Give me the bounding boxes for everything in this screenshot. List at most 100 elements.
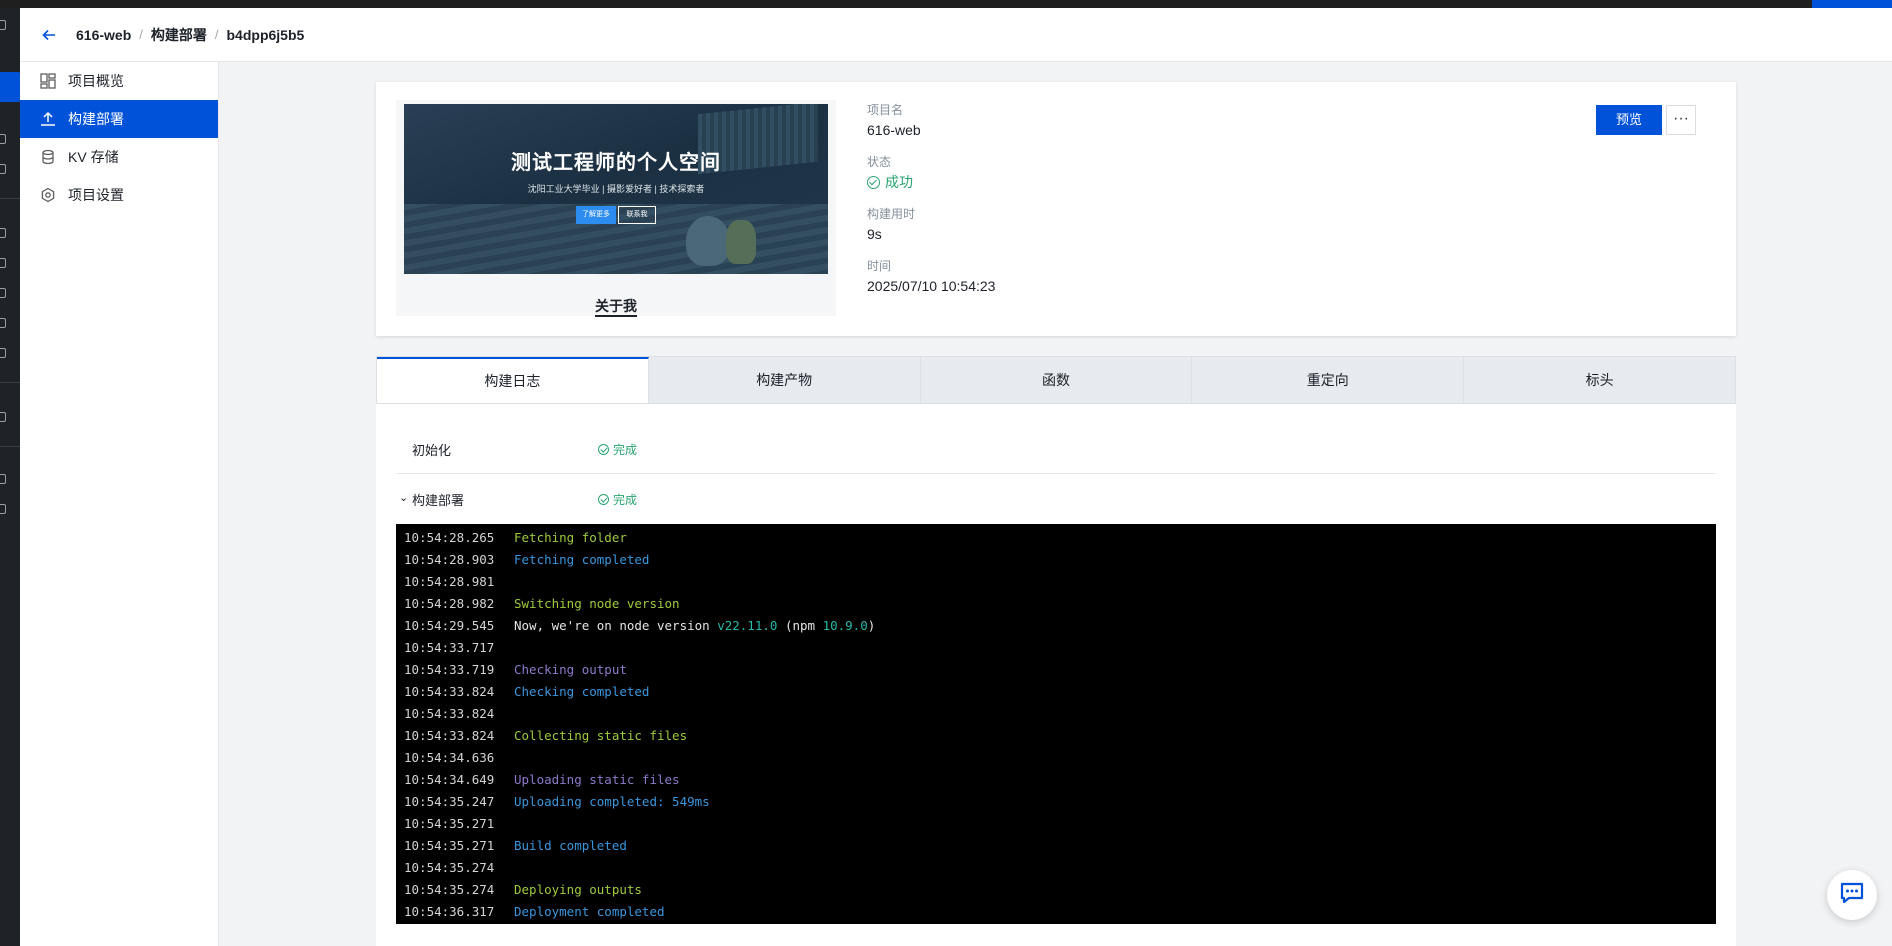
screenshot-learn-more-button: 了解更多 — [576, 206, 616, 224]
sidebar-item-build-deploy[interactable]: 构建部署 — [20, 100, 218, 138]
log-message: Switching node version — [514, 596, 680, 611]
build-log-panel: 初始化 完成 ⌄ 构建部署 完成 10:54:28.265 Fetching fol… — [376, 404, 1736, 946]
log-message: Build completed — [514, 838, 627, 853]
field-label: 状态 — [867, 155, 892, 169]
log-line: 10:54:35.274 Deploying outputs — [404, 879, 1716, 901]
rail-item-icon[interactable] — [0, 288, 6, 298]
log-message: Deploying outputs — [514, 882, 642, 897]
sidebar-item-overview[interactable]: 项目概览 — [20, 62, 218, 100]
settings-icon — [40, 187, 56, 203]
breadcrumb-section[interactable]: 构建部署 — [151, 25, 207, 45]
log-message: Uploading completed: 549ms — [514, 794, 710, 809]
status-badge: 成功 — [867, 172, 995, 192]
field-project-name: 项目名 616-web — [867, 102, 995, 140]
rail-item-icon[interactable] — [0, 164, 6, 174]
log-timestamp: 10:54:28.265 — [404, 530, 495, 545]
log-message: ) — [867, 618, 876, 633]
chat-support-button[interactable] — [1827, 870, 1877, 920]
sidebar-item-settings[interactable]: 项目设置 — [20, 176, 218, 214]
rail-item-icon[interactable] — [0, 134, 6, 144]
tab-redirects[interactable]: 重定向 — [1192, 357, 1465, 403]
rail-item-icon[interactable] — [0, 228, 6, 238]
log-timestamp: 10:54:35.271 — [404, 816, 495, 831]
field-label: 时间 — [867, 259, 892, 273]
rail-shield-icon[interactable] — [0, 20, 6, 30]
log-timestamp: 10:54:35.274 — [404, 882, 495, 897]
rail-divider — [0, 198, 20, 199]
log-line: 10:54:35.274 — [404, 857, 1716, 879]
site-preview-thumbnail[interactable]: 测试工程师的个人空间 沈阳工业大学毕业 | 摄影爱好者 | 技术探索者 了解更多… — [396, 100, 836, 317]
log-message: Now, we're on node version — [514, 618, 718, 633]
screenshot-subtitle: 沈阳工业大学毕业 | 摄影爱好者 | 技术探索者 — [527, 184, 705, 194]
thumbnail-caption: 关于我 — [396, 296, 836, 317]
log-timestamp: 10:54:35.274 — [404, 860, 495, 875]
breadcrumb-separator: / — [214, 27, 219, 42]
log-timestamp: 10:54:33.719 — [404, 662, 495, 677]
field-value: 616-web — [867, 122, 921, 138]
dashboard-icon — [40, 73, 56, 89]
upload-icon — [40, 111, 56, 127]
sidebar: 项目概览 构建部署 KV 存储 项目设置 — [20, 62, 219, 946]
app-icon-rail — [0, 8, 20, 946]
rail-item-icon[interactable] — [0, 412, 6, 422]
page-header: 616-web / 构建部署 / b4dpp6j5b5 — [20, 8, 1892, 62]
breadcrumb-separator: / — [139, 27, 143, 42]
log-console[interactable]: 10:54:28.265 Fetching folder 10:54:28.903 F… — [396, 524, 1716, 924]
stage-init[interactable]: 初始化 完成 — [396, 424, 1716, 474]
more-options-button[interactable]: ··· — [1666, 105, 1696, 135]
log-line: 10:54:33.824 — [404, 703, 1716, 725]
log-timestamp: 10:54:34.649 — [404, 772, 495, 787]
log-line: 10:54:34.649 Uploading static files — [404, 769, 1716, 791]
log-message: Uploading static files — [514, 772, 680, 787]
log-timestamp: 10:54:33.824 — [404, 728, 495, 743]
check-circle-icon — [867, 175, 880, 189]
tab-build-log[interactable]: 构建日志 — [377, 357, 649, 403]
preview-button[interactable]: 预览 — [1596, 105, 1662, 135]
log-timestamp: 10:54:28.903 — [404, 552, 495, 567]
log-line: 10:54:35.271 Build completed — [404, 835, 1716, 857]
rail-item-icon[interactable] — [0, 258, 6, 268]
rail-grid-icon[interactable] — [0, 72, 20, 102]
chevron-down-icon[interactable]: ⌄ — [399, 491, 408, 504]
log-message: Collecting static files — [514, 728, 688, 743]
stage-build-deploy[interactable]: ⌄ 构建部署 完成 — [396, 474, 1716, 524]
log-timestamp: 10:54:34.636 — [404, 750, 495, 765]
stage-name: ⌄ 构建部署 — [399, 491, 465, 508]
field-value: 2025/07/10 10:54:23 — [867, 278, 996, 294]
tab-build-artifacts[interactable]: 构建产物 — [649, 357, 921, 403]
field-label: 构建用时 — [867, 207, 916, 221]
log-message: Fetching completed — [514, 552, 650, 567]
sidebar-item-label: 构建部署 — [68, 111, 124, 127]
rail-divider — [0, 446, 20, 447]
sidebar-item-label: KV 存储 — [68, 149, 119, 165]
log-message: 10.9.0 — [822, 618, 868, 633]
log-line: 10:54:35.271 — [404, 813, 1716, 835]
log-timestamp: 10:54:33.824 — [404, 684, 495, 699]
field-status: 状态 成功 — [867, 154, 995, 192]
sidebar-item-kv-storage[interactable]: KV 存储 — [20, 138, 218, 176]
top-strip-accent — [1812, 0, 1892, 8]
deployment-info-card: 测试工程师的个人空间 沈阳工业大学毕业 | 摄影爱好者 | 技术探索者 了解更多… — [376, 82, 1736, 336]
tab-functions[interactable]: 函数 — [921, 357, 1193, 403]
top-strip — [0, 0, 1892, 8]
database-icon — [40, 149, 56, 165]
log-line: 10:54:33.824 Checking completed — [404, 681, 1716, 703]
rail-item-icon[interactable] — [0, 318, 6, 328]
stage-name: 初始化 — [412, 442, 452, 458]
tab-headers[interactable]: 标头 — [1464, 357, 1735, 403]
log-line: 10:54:33.717 — [404, 637, 1716, 659]
rail-item-icon[interactable] — [0, 348, 6, 358]
rail-item-icon[interactable] — [0, 474, 6, 484]
deployment-fields: 项目名 616-web 状态 成功 构建用时 9s 时间 2025/07/10 … — [867, 102, 995, 310]
field-build-duration: 构建用时 9s — [867, 206, 995, 244]
check-circle-icon — [598, 493, 609, 505]
rail-item-icon[interactable] — [0, 504, 6, 514]
back-arrow-icon[interactable] — [40, 26, 58, 44]
breadcrumb-project[interactable]: 616-web — [76, 27, 131, 43]
log-message: Checking output — [514, 662, 627, 677]
log-timestamp: 10:54:35.271 — [404, 838, 495, 853]
site-screenshot: 测试工程师的个人空间 沈阳工业大学毕业 | 摄影爱好者 | 技术探索者 了解更多… — [404, 104, 828, 274]
breadcrumb-deployment-id: b4dpp6j5b5 — [226, 26, 305, 43]
log-timestamp: 10:54:28.981 — [404, 574, 495, 589]
log-message: Fetching folder — [514, 530, 627, 545]
